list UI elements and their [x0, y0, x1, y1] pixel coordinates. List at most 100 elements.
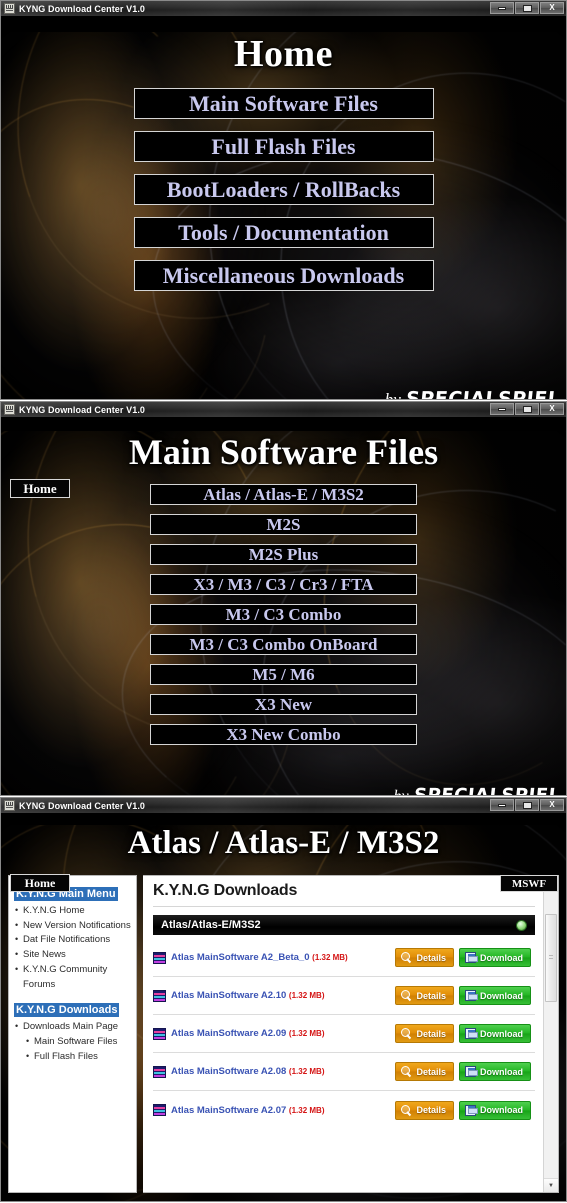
menu-button-x3-m3-c3-cr3-fta[interactable]: X3 / M3 / C3 / Cr3 / FTA [150, 574, 417, 595]
home-nav-button[interactable]: Home [10, 874, 70, 892]
close-button[interactable]: X [540, 2, 564, 14]
sidebar-item-kyng-community-forums[interactable]: K.Y.N.G Community Forums [14, 963, 131, 992]
window-atlas-downloads: KYNG Download Center V1.0 X Atlas / Atla… [0, 797, 567, 1202]
kyng-app-icon [4, 404, 15, 415]
menu-button-m2s-plus[interactable]: M2S Plus [150, 544, 417, 565]
menu-button-atlas-atlas-e-m3s2[interactable]: Atlas / Atlas-E / M3S2 [150, 484, 417, 505]
menu-button-miscellaneous-downloads[interactable]: Miscellaneous Downloads [133, 260, 434, 291]
details-button[interactable]: Details [395, 948, 454, 967]
window-main-software-files: KYNG Download Center V1.0 X Main Softwar… [0, 401, 567, 796]
main-software-menu-buttons: Atlas / Atlas-E / M3S2 M2S M2S Plus X3 /… [1, 484, 566, 745]
table-row: Atlas MainSoftware A2_Beta_0 (1.32 MB) D… [153, 939, 535, 977]
close-button[interactable]: X [540, 403, 564, 415]
download-button[interactable]: Download [459, 1100, 531, 1120]
search-icon [401, 990, 412, 1001]
file-icon [153, 1065, 166, 1078]
sidebar-item-site-news[interactable]: Site News [14, 948, 131, 963]
divider [153, 906, 535, 907]
titlebar-window1[interactable]: KYNG Download Center V1.0 X [1, 1, 566, 16]
details-button[interactable]: Details [395, 1062, 454, 1081]
titlebar-window2[interactable]: KYNG Download Center V1.0 X [1, 402, 566, 417]
floppy-disk-icon [465, 1028, 478, 1039]
close-button[interactable]: X [540, 799, 564, 811]
details-button[interactable]: Details [395, 1024, 454, 1043]
details-button[interactable]: Details [395, 1100, 454, 1120]
page-heading: Atlas / Atlas-E / M3S2 [127, 825, 440, 861]
window-controls: X [490, 2, 564, 14]
sidebar-item-downloads-main-page[interactable]: Downloads Main Page [14, 1020, 131, 1035]
download-name[interactable]: Atlas MainSoftware A2_Beta_0 (1.32 MB) [171, 952, 395, 963]
download-size: (1.32 MB) [312, 953, 348, 962]
row-actions: Details Download [395, 948, 531, 967]
menu-button-tools-documentation[interactable]: Tools / Documentation [133, 217, 434, 248]
download-name[interactable]: Atlas MainSoftware A2.07 (1.32 MB) [171, 1105, 395, 1116]
mswf-nav-button[interactable]: MSWF [500, 875, 558, 892]
home-nav-button[interactable]: Home [10, 479, 70, 498]
vertical-scrollbar[interactable]: ▲ ▼ [543, 876, 558, 1192]
sidebar-item-main-software-files[interactable]: Main Software Files [14, 1035, 131, 1050]
home-menu-buttons: Main Software Files Full Flash Files Boo… [1, 88, 566, 291]
menu-button-bootloaders-rollbacks[interactable]: BootLoaders / RollBacks [133, 174, 434, 205]
floppy-disk-icon [465, 1066, 478, 1077]
table-row: Atlas MainSoftware A2.08 (1.32 MB) Detai… [153, 1053, 535, 1091]
details-button[interactable]: Details [395, 986, 454, 1005]
row-actions: Details Download [395, 1062, 531, 1081]
category-header: Atlas/Atlas-E/M3S2 [153, 915, 535, 935]
download-size: (1.32 MB) [288, 991, 325, 1000]
scroll-down-arrow[interactable]: ▼ [544, 1178, 558, 1192]
window1-canvas: Home Main Software Files Full Flash File… [1, 32, 566, 400]
maximize-button[interactable] [515, 403, 539, 415]
menu-button-main-software-files[interactable]: Main Software Files [133, 88, 434, 119]
download-button[interactable]: Download [459, 1062, 531, 1081]
menu-button-m5-m6[interactable]: M5 / M6 [150, 664, 417, 685]
menu-button-m2s[interactable]: M2S [150, 514, 417, 535]
download-size: (1.32 MB) [288, 1105, 325, 1115]
minimize-button[interactable] [490, 2, 514, 14]
menu-button-m3-c3-combo-onboard[interactable]: M3 / C3 Combo OnBoard [150, 634, 417, 655]
maximize-button[interactable] [515, 799, 539, 811]
kyng-app-icon [4, 800, 15, 811]
menu-button-full-flash-files[interactable]: Full Flash Files [133, 131, 434, 162]
menu-button-m3-c3-combo[interactable]: M3 / C3 Combo [150, 604, 417, 625]
minimize-button[interactable] [490, 799, 514, 811]
download-name[interactable]: Atlas MainSoftware A2.08 (1.32 MB) [171, 1066, 395, 1077]
window-title: KYNG Download Center V1.0 [19, 800, 146, 811]
titlebar-window3[interactable]: KYNG Download Center V1.0 X [1, 798, 566, 813]
scrollbar-track[interactable] [544, 890, 558, 1178]
branding-name: SPECIALSPIEL [404, 388, 562, 400]
window-title: KYNG Download Center V1.0 [19, 404, 146, 415]
maximize-button[interactable] [515, 2, 539, 14]
download-button[interactable]: Download [459, 1024, 531, 1043]
page-heading: Home [233, 33, 334, 75]
download-size: (1.32 MB) [288, 1029, 325, 1038]
scrollbar-thumb[interactable] [545, 914, 557, 1002]
downloads-content-inner: K.Y.N.G Downloads Atlas/Atlas-E/M3S2 Atl… [143, 876, 543, 1192]
table-row: Atlas MainSoftware A2.09 (1.32 MB) Detai… [153, 1015, 535, 1053]
floppy-disk-icon [465, 990, 478, 1001]
download-name[interactable]: Atlas MainSoftware A2.10 (1.32 MB) [171, 990, 395, 1001]
window2-canvas: Main Software Files Home Atlas / Atlas-E… [1, 431, 566, 796]
green-status-dot [516, 919, 527, 931]
branding-by: by [384, 390, 401, 400]
window-title: KYNG Download Center V1.0 [19, 3, 146, 14]
menu-button-x3-new-combo[interactable]: X3 New Combo [150, 724, 417, 745]
file-icon [153, 951, 166, 964]
download-button[interactable]: Download [459, 948, 531, 967]
search-icon [401, 952, 412, 963]
table-row: Atlas MainSoftware A2.10 (1.32 MB) Detai… [153, 977, 535, 1015]
screenshot-root: KYNG Download Center V1.0 X Home Main So… [0, 0, 567, 1203]
table-row: Atlas MainSoftware A2.07 (1.32 MB) Detai… [153, 1091, 535, 1129]
downloads-title: K.Y.N.G Downloads [153, 882, 298, 899]
kyng-app-icon [4, 3, 15, 14]
minimize-button[interactable] [490, 403, 514, 415]
download-name[interactable]: Atlas MainSoftware A2.09 (1.32 MB) [171, 1028, 395, 1039]
download-button[interactable]: Download [459, 986, 531, 1005]
branding-name: SPECIALSPIEL [412, 785, 562, 796]
sidebar-item-full-flash-files[interactable]: Full Flash Files [14, 1050, 131, 1065]
row-actions: Details Download [395, 1024, 531, 1043]
sidebar-item-dat-file-notifications[interactable]: Dat File Notifications [14, 933, 131, 948]
sidebar-item-kyng-home[interactable]: K.Y.N.G Home [14, 904, 131, 919]
sidebar-item-new-version-notifications[interactable]: New Version Notifications [14, 919, 131, 934]
branding-by: by [394, 788, 409, 795]
menu-button-x3-new[interactable]: X3 New [150, 694, 417, 715]
